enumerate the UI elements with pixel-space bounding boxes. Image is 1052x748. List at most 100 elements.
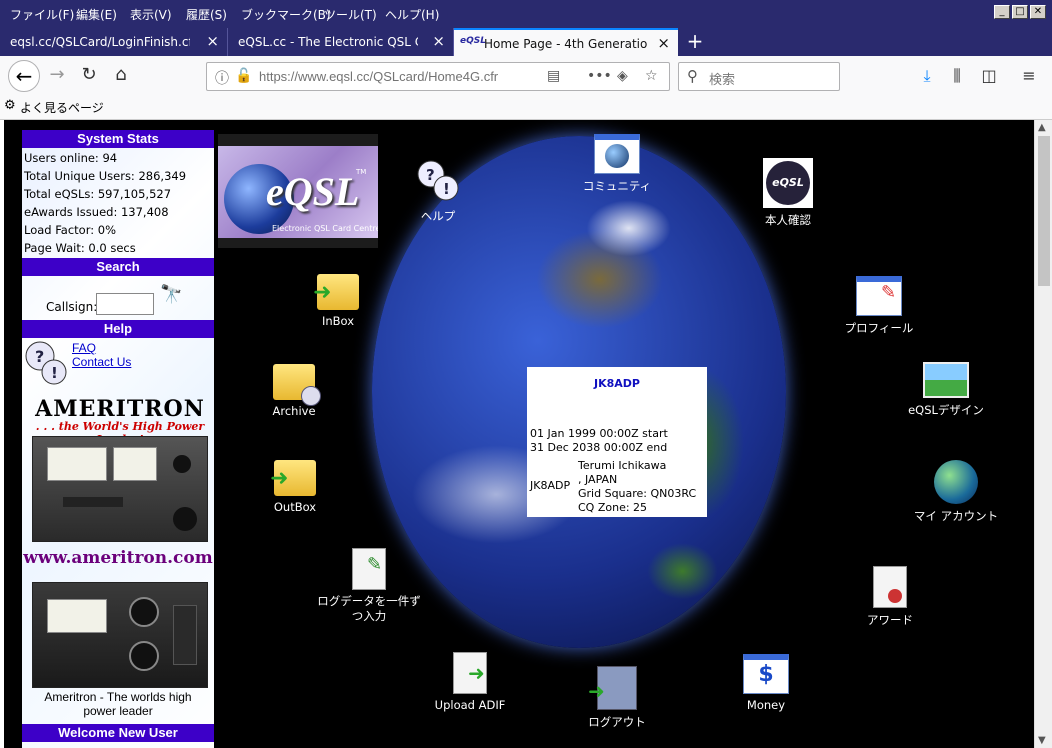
reader-view-icon[interactable]: ▤ [547,68,560,84]
community-nav-item[interactable]: コミュニティ [582,134,652,194]
url-bar[interactable]: ⓘ 🔓 https://www.eqsl.cc/QSLcard/Home4G.c… [206,62,670,91]
faq-link[interactable]: FAQ [72,341,96,355]
profile-label: プロフィール [844,321,914,335]
callsign-label: Callsign: [46,300,98,314]
profile-nav-item[interactable]: ✎ プロフィール [844,276,914,336]
url-text[interactable]: https://www.eqsl.cc/QSLcard/Home4G.cfr [259,69,498,84]
close-tab-icon[interactable]: × [432,32,445,50]
svg-text:?: ? [426,166,435,184]
upload-document-icon: ➜ [453,652,487,694]
scroll-up-icon[interactable]: ▲ [1038,122,1046,133]
close-tab-icon[interactable]: × [657,34,670,52]
info-icon[interactable]: ⓘ [215,68,229,88]
help-header: Help [22,320,214,338]
nav-bar: ← → ↻ ⌂ ⓘ 🔓 https://www.eqsl.cc/QSLcard/… [0,56,1052,96]
card-name: Terumi Ichikawa [578,459,667,472]
search-placeholder: 検索 [709,73,736,88]
menu-file[interactable]: ファイル(F) [10,6,74,23]
tab-login-finish[interactable]: eqsl.cc/QSLCard/LoginFinish.cfm × [0,28,228,56]
download-icon[interactable]: ⤓ [916,66,938,86]
log-entry-nav-item[interactable]: ✎ ログデータを一件ず つ入力 [314,548,424,624]
amplifier-image-2[interactable] [32,582,208,688]
scrollbar-thumb[interactable] [1038,136,1050,286]
eqsl-logo[interactable]: eQSL TM Electronic QSL Card Centre [218,134,378,248]
card-end-date: 31 Dec 2038 00:00Z end [530,441,668,454]
vertical-scrollbar[interactable]: ▲ ▼ [1034,120,1052,748]
auth-seal-icon: eQSL [763,158,813,208]
money-label: Money [746,698,786,712]
auth-nav-item[interactable]: eQSL 本人確認 [758,158,818,228]
bookmark-most-visited[interactable]: よく見るページ [20,99,104,116]
account-nav-item[interactable]: マイ アカウント [910,460,1002,524]
stat-total-eqsls: Total eQSLs: 597,105,527 [24,187,172,201]
home-button[interactable]: ⌂ [110,64,132,85]
tab-bar: eqsl.cc/QSLCard/LoginFinish.cfm × eQSL.c… [0,28,1052,56]
auth-badge-text: eQSL [766,161,810,205]
maximize-button[interactable]: □ [1012,5,1028,19]
stat-unique-users: Total Unique Users: 286,349 [24,169,187,183]
bookmark-star-icon[interactable]: ☆ [645,68,658,84]
welcome-header[interactable]: Welcome New User [22,724,214,742]
auth-label: 本人確認 [765,213,811,227]
eqsl-favicon-icon: eQSL [460,36,486,46]
menu-edit[interactable]: 編集(E) [76,6,117,23]
callsign-input[interactable] [96,293,154,315]
tab-eqsl-main[interactable]: eQSL.cc - The Electronic QSL Card × [228,28,454,56]
page-actions-icon[interactable]: ••• [587,68,612,84]
ameritron-caption: Ameritron - The worlds high power leader [44,690,192,718]
stat-page-wait: Page Wait: 0.0 secs [24,241,136,255]
pocket-icon[interactable]: ◈ [617,68,628,84]
search-box[interactable]: ⚲ 検索 [678,62,840,91]
hamburger-menu-icon[interactable]: ≡ [1018,66,1040,85]
card-grid-square: Grid Square: QN03RC [578,487,697,500]
binoculars-icon[interactable]: 🔭 [160,284,182,305]
close-window-button[interactable]: ✕ [1030,5,1046,19]
outbox-nav-item[interactable]: ➜ OutBox [266,460,324,514]
menu-history[interactable]: 履歴(S) [186,6,227,23]
window-controls: _ □ ✕ [994,5,1046,19]
community-globe-icon [594,134,640,174]
menu-tools[interactable]: ツール(T) [324,6,377,23]
scroll-down-icon[interactable]: ▼ [1038,735,1046,746]
outbox-folder-icon: ➜ [270,460,316,496]
money-nav-item[interactable]: $ Money [738,654,794,712]
back-button[interactable]: ← [8,60,40,92]
upload-adif-nav-item[interactable]: ➜ Upload ADIF [430,652,510,712]
reload-button[interactable]: ↻ [78,64,100,85]
library-icon[interactable]: ⫼ [946,66,968,86]
tab-home-page[interactable]: eQSL Home Page - 4th Generation - e × [454,28,678,56]
community-label: コミュニティ [582,179,652,193]
log-entry-label-line2: つ入力 [351,609,387,623]
award-nav-item[interactable]: アワード [860,566,920,628]
logout-nav-item[interactable]: ➜ ログアウト [584,666,650,730]
inbox-nav-item[interactable]: ➜ InBox [312,274,364,328]
contact-us-link[interactable]: Contact Us [72,355,131,369]
minimize-button[interactable]: _ [994,5,1010,19]
ameritron-logo[interactable]: AMERITRON [32,396,208,422]
tab-label: Home Page - 4th Generation - e [484,37,648,51]
ameritron-url[interactable]: www.ameritron.com [22,548,214,568]
qsl-card-info: JK8ADP 01 Jan 1999 00:00Z start 31 Dec 2… [527,367,707,517]
card-start-date: 01 Jan 1999 00:00Z start [530,427,668,440]
inbox-label: InBox [321,314,355,328]
design-nav-item[interactable]: eQSLデザイン [908,362,984,418]
new-tab-button[interactable]: + [684,29,706,53]
menu-view[interactable]: 表示(V) [130,6,172,23]
gear-icon: ⚙ [4,98,16,113]
search-icon: ⚲ [687,67,698,85]
logout-label: ログアウト [588,715,646,729]
archive-nav-item[interactable]: Archive [266,364,322,418]
menu-help[interactable]: ヘルプ(H) [385,6,439,23]
help-nav-item[interactable]: ? ! ヘルプ [410,158,466,224]
stat-load-factor: Load Factor: 0% [24,223,117,237]
menu-bookmarks[interactable]: ブックマーク(B) [241,6,331,23]
profile-edit-icon: ✎ [856,276,902,316]
insecure-lock-icon[interactable]: 🔓 [235,68,252,84]
forward-button[interactable]: → [46,64,68,85]
award-label: アワード [867,613,913,627]
sidebar-icon[interactable]: ◫ [978,66,1000,85]
stat-eawards: eAwards Issued: 137,408 [24,205,169,219]
amplifier-image-1[interactable] [32,436,208,542]
archive-label: Archive [272,404,316,418]
close-tab-icon[interactable]: × [206,32,219,50]
